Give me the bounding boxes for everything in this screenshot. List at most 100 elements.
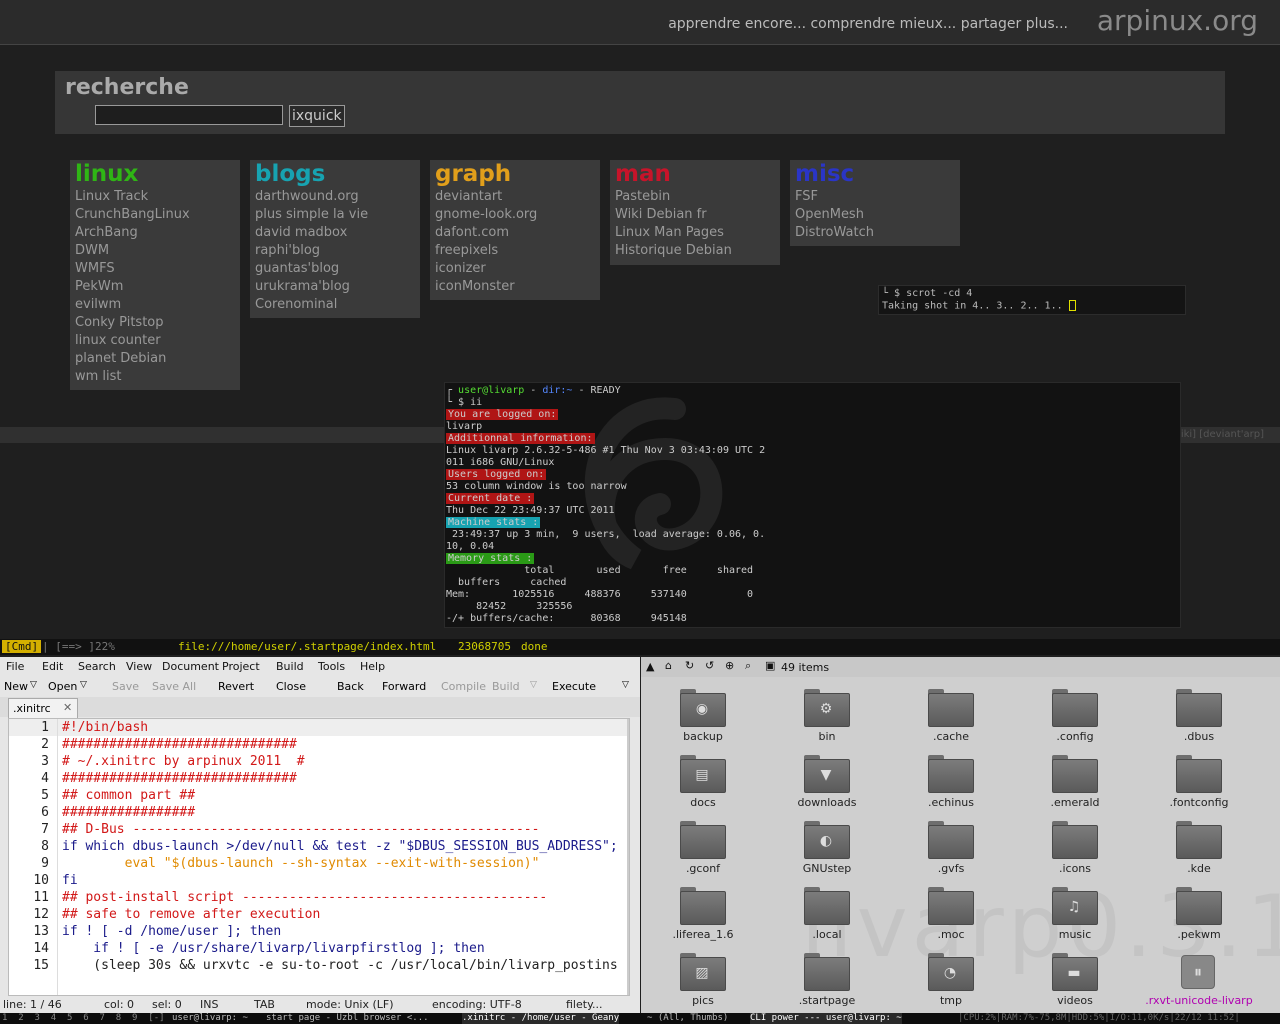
task-terminal[interactable]: user@livarp: ~ xyxy=(172,1013,248,1024)
menu-file[interactable]: File xyxy=(6,660,24,673)
menu-edit[interactable]: Edit xyxy=(42,660,63,673)
task-filemanager[interactable]: ~ (All, Thumbs) xyxy=(647,1013,728,1024)
scrot-terminal[interactable]: └ $ scrot -cd 4 Taking shot in 4.. 3.. 2… xyxy=(878,285,1186,315)
workspace-tags[interactable]: 1 2 3 4 5 6 7 8 9 [-] xyxy=(2,1013,165,1024)
file-item[interactable]: ◉ backup xyxy=(641,685,765,751)
search-input[interactable] xyxy=(95,105,283,125)
select-all-icon[interactable]: ▣ xyxy=(765,659,775,672)
file-item[interactable]: ⏸ .rxvt-unicode-livarp xyxy=(1137,949,1261,1015)
link[interactable]: david madbox xyxy=(250,224,420,242)
link[interactable]: wm list xyxy=(70,368,240,386)
close-icon[interactable]: ✕ xyxy=(63,701,72,714)
file-item[interactable]: ▨ pics xyxy=(641,949,765,1015)
file-item[interactable]: .emerald xyxy=(1013,751,1137,817)
task-cli[interactable]: CLI power --- user@livarp: ~ xyxy=(750,1013,902,1024)
execute-button[interactable]: Execute xyxy=(552,680,596,693)
file-item[interactable]: ▤ docs xyxy=(641,751,765,817)
search-icon[interactable]: ⌕ xyxy=(745,659,751,673)
menu-project[interactable]: Project xyxy=(222,660,260,673)
link[interactable]: linux counter xyxy=(70,332,240,350)
file-item[interactable]: ▬ videos xyxy=(1013,949,1137,1015)
tab-xinitrc[interactable]: .xinitrc ✕ xyxy=(8,698,78,718)
link[interactable]: Pastebin xyxy=(610,188,780,206)
zoom-in-icon[interactable]: ⊕ xyxy=(725,659,734,672)
save-all-button[interactable]: Save All xyxy=(152,680,196,693)
menu-build[interactable]: Build xyxy=(276,660,304,673)
file-item[interactable]: ⚙ bin xyxy=(765,685,889,751)
task-geany[interactable]: .xinitrc - /home/user - Geany xyxy=(462,1013,620,1024)
undo-icon[interactable]: ↺ xyxy=(705,659,714,672)
search-button[interactable]: ixquick xyxy=(289,105,345,127)
close-button[interactable]: Close xyxy=(276,680,306,693)
file-item[interactable]: .moc xyxy=(889,883,1013,949)
link[interactable]: Conky Pitstop xyxy=(70,314,240,332)
link[interactable]: deviantart xyxy=(430,188,600,206)
link[interactable]: CrunchBangLinux xyxy=(70,206,240,224)
link[interactable]: Linux Man Pages xyxy=(610,224,780,242)
link[interactable]: OpenMesh xyxy=(790,206,960,224)
link[interactable]: Linux Track xyxy=(70,188,240,206)
link[interactable]: iconizer xyxy=(430,260,600,278)
file-item[interactable]: ▼ downloads xyxy=(765,751,889,817)
link[interactable]: FSF xyxy=(790,188,960,206)
file-item[interactable]: .kde xyxy=(1137,817,1261,883)
link[interactable]: DWM xyxy=(70,242,240,260)
link[interactable]: PekWm xyxy=(70,278,240,296)
file-item[interactable]: .local xyxy=(765,883,889,949)
link[interactable]: dafont.com xyxy=(430,224,600,242)
site-brand[interactable]: arpinux.org xyxy=(1097,4,1258,37)
link[interactable]: WMFS xyxy=(70,260,240,278)
file-item[interactable]: .cache xyxy=(889,685,1013,751)
file-item[interactable]: .config xyxy=(1013,685,1137,751)
file-item[interactable]: .fontconfig xyxy=(1137,751,1261,817)
link[interactable]: Historique Debian xyxy=(610,242,780,260)
up-icon[interactable]: ▲ xyxy=(646,660,654,673)
file-item[interactable]: .startpage xyxy=(765,949,889,1015)
link[interactable]: planet Debian xyxy=(70,350,240,368)
link[interactable]: Wiki Debian fr xyxy=(610,206,780,224)
file-item[interactable]: .icons xyxy=(1013,817,1137,883)
file-item[interactable]: .echinus xyxy=(889,751,1013,817)
link[interactable]: iconMonster xyxy=(430,278,600,296)
compile-button[interactable]: Compile xyxy=(441,680,486,693)
file-item[interactable]: .dbus xyxy=(1137,685,1261,751)
chevron-down-icon[interactable]: ▽ xyxy=(622,680,629,690)
file-item[interactable]: .gvfs xyxy=(889,817,1013,883)
menu-search[interactable]: Search xyxy=(78,660,116,673)
file-item[interactable]: .pekwm xyxy=(1137,883,1261,949)
file-item[interactable]: ♫ music xyxy=(1013,883,1137,949)
reload-icon[interactable]: ↻ xyxy=(685,659,694,672)
back-button[interactable]: Back xyxy=(337,680,364,693)
revert-button[interactable]: Revert xyxy=(218,680,254,693)
scrollbar[interactable] xyxy=(627,719,629,995)
file-item[interactable]: ◐ GNUstep xyxy=(765,817,889,883)
new-button[interactable]: New xyxy=(4,680,28,693)
file-item[interactable]: .liferea_1.6 xyxy=(641,883,765,949)
link[interactable]: gnome-look.org xyxy=(430,206,600,224)
code-editor[interactable]: 1 #!/bin/bash 2 ########################… xyxy=(8,718,630,996)
menu-help[interactable]: Help xyxy=(360,660,385,673)
menu-document[interactable]: Document xyxy=(162,660,219,673)
link[interactable]: ArchBang xyxy=(70,224,240,242)
link[interactable]: raphi'blog xyxy=(250,242,420,260)
menu-view[interactable]: View xyxy=(126,660,152,673)
link[interactable]: freepixels xyxy=(430,242,600,260)
chevron-down-icon[interactable]: ▽ xyxy=(30,680,37,690)
link[interactable]: DistroWatch xyxy=(790,224,960,242)
home-icon[interactable]: ⌂ xyxy=(665,659,672,672)
menu-tools[interactable]: Tools xyxy=(318,660,345,673)
link[interactable]: Corenominal xyxy=(250,296,420,314)
file-item[interactable]: .gconf xyxy=(641,817,765,883)
link[interactable]: urukrama'blog xyxy=(250,278,420,296)
save-button[interactable]: Save xyxy=(112,680,139,693)
forward-button[interactable]: Forward xyxy=(382,680,426,693)
chevron-down-icon[interactable]: ▽ xyxy=(80,680,87,690)
link[interactable]: darthwound.org xyxy=(250,188,420,206)
build-button[interactable]: Build xyxy=(492,680,520,693)
open-button[interactable]: Open xyxy=(48,680,77,693)
info-terminal[interactable]: ┌ user@livarp - dir:~ - READY └ $ ii You… xyxy=(444,382,1181,628)
link[interactable]: guantas'blog xyxy=(250,260,420,278)
chevron-down-icon[interactable]: ▽ xyxy=(530,680,537,690)
current-url[interactable]: file:///home/user/.startpage/index.html xyxy=(178,639,436,655)
file-item[interactable]: ◔ tmp xyxy=(889,949,1013,1015)
